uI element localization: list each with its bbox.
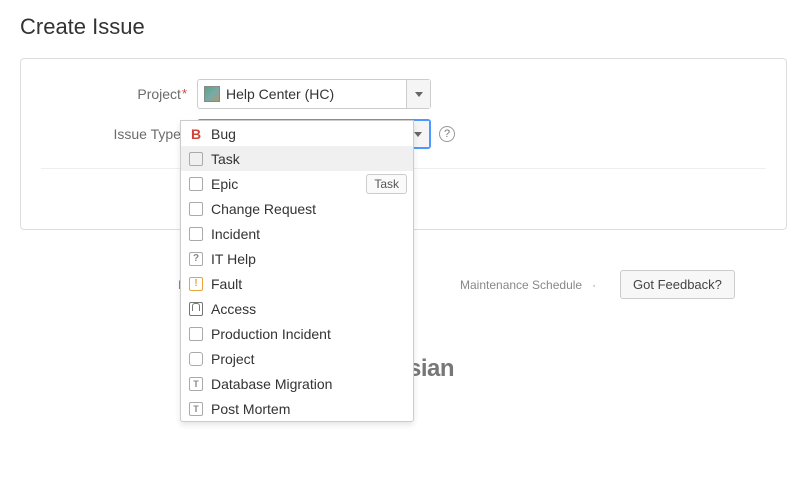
issuetype-icon [189, 152, 203, 166]
project-select-caret[interactable] [406, 80, 430, 108]
issue-type-option-label: Epic [211, 176, 238, 192]
tooltip: Task [366, 174, 407, 194]
issue-type-option-label: IT Help [211, 251, 256, 267]
access-icon [189, 302, 203, 316]
help-icon[interactable]: ? [439, 126, 455, 142]
issue-type-option[interactable]: Incident [181, 221, 413, 246]
issue-type-option-label: Post Mortem [211, 401, 290, 417]
issue-type-option-label: Access [211, 301, 256, 317]
issue-type-option[interactable]: Task [181, 146, 413, 171]
issue-type-option[interactable]: Access [181, 296, 413, 321]
issue-type-option-label: Project [211, 351, 255, 367]
issue-type-label: Issue Type* [41, 126, 191, 142]
issue-type-option[interactable]: IT Help [181, 246, 413, 271]
bug-icon: B [189, 127, 203, 141]
project-avatar-icon [204, 86, 220, 102]
project-select-value: Help Center (HC) [226, 86, 334, 102]
issue-type-option-label: Incident [211, 226, 260, 242]
issue-type-option[interactable]: Epic Task [181, 171, 413, 196]
issue-type-option-label: Fault [211, 276, 242, 292]
page-title: Create Issue [20, 14, 787, 40]
issuetype-icon [189, 227, 203, 241]
required-star-icon: * [182, 86, 187, 101]
issue-type-option[interactable]: Production Incident [181, 321, 413, 346]
ithelp-icon [189, 252, 203, 266]
chevron-down-icon [414, 132, 422, 137]
issue-type-dropdown: B Bug Task Epic Task Change Request Incident IT… [180, 120, 414, 422]
brand-logo-partial: sian [408, 355, 454, 383]
feedback-button[interactable]: Got Feedback? [620, 270, 735, 299]
issue-type-option[interactable]: Post Mortem [181, 396, 413, 421]
issue-type-option-label: Bug [211, 126, 236, 142]
separator: · [592, 278, 596, 292]
fault-icon [189, 277, 203, 291]
project-icon [189, 352, 203, 366]
issue-type-option-label: Production Incident [211, 326, 331, 342]
project-row: Project* Help Center (HC) [41, 79, 766, 109]
issue-type-option[interactable]: Fault [181, 271, 413, 296]
letter-icon [189, 377, 203, 391]
issue-type-option[interactable]: B Bug [181, 121, 413, 146]
issuetype-icon [189, 327, 203, 341]
maintenance-link[interactable]: Maintenance Schedule [460, 278, 582, 292]
issue-type-option[interactable]: Change Request [181, 196, 413, 221]
footer-links: Maintenance Schedule · [460, 278, 596, 292]
issuetype-icon [189, 177, 203, 191]
issue-type-option-label: Change Request [211, 201, 316, 217]
project-select[interactable]: Help Center (HC) [197, 79, 431, 109]
issue-type-option-label: Database Migration [211, 376, 332, 392]
issue-type-option[interactable]: Project [181, 346, 413, 371]
issue-type-option-label: Task [211, 151, 240, 167]
issuetype-icon [189, 202, 203, 216]
chevron-down-icon [415, 92, 423, 97]
issue-type-option[interactable]: Database Migration [181, 371, 413, 396]
project-label: Project* [41, 86, 191, 102]
letter-icon [189, 402, 203, 416]
